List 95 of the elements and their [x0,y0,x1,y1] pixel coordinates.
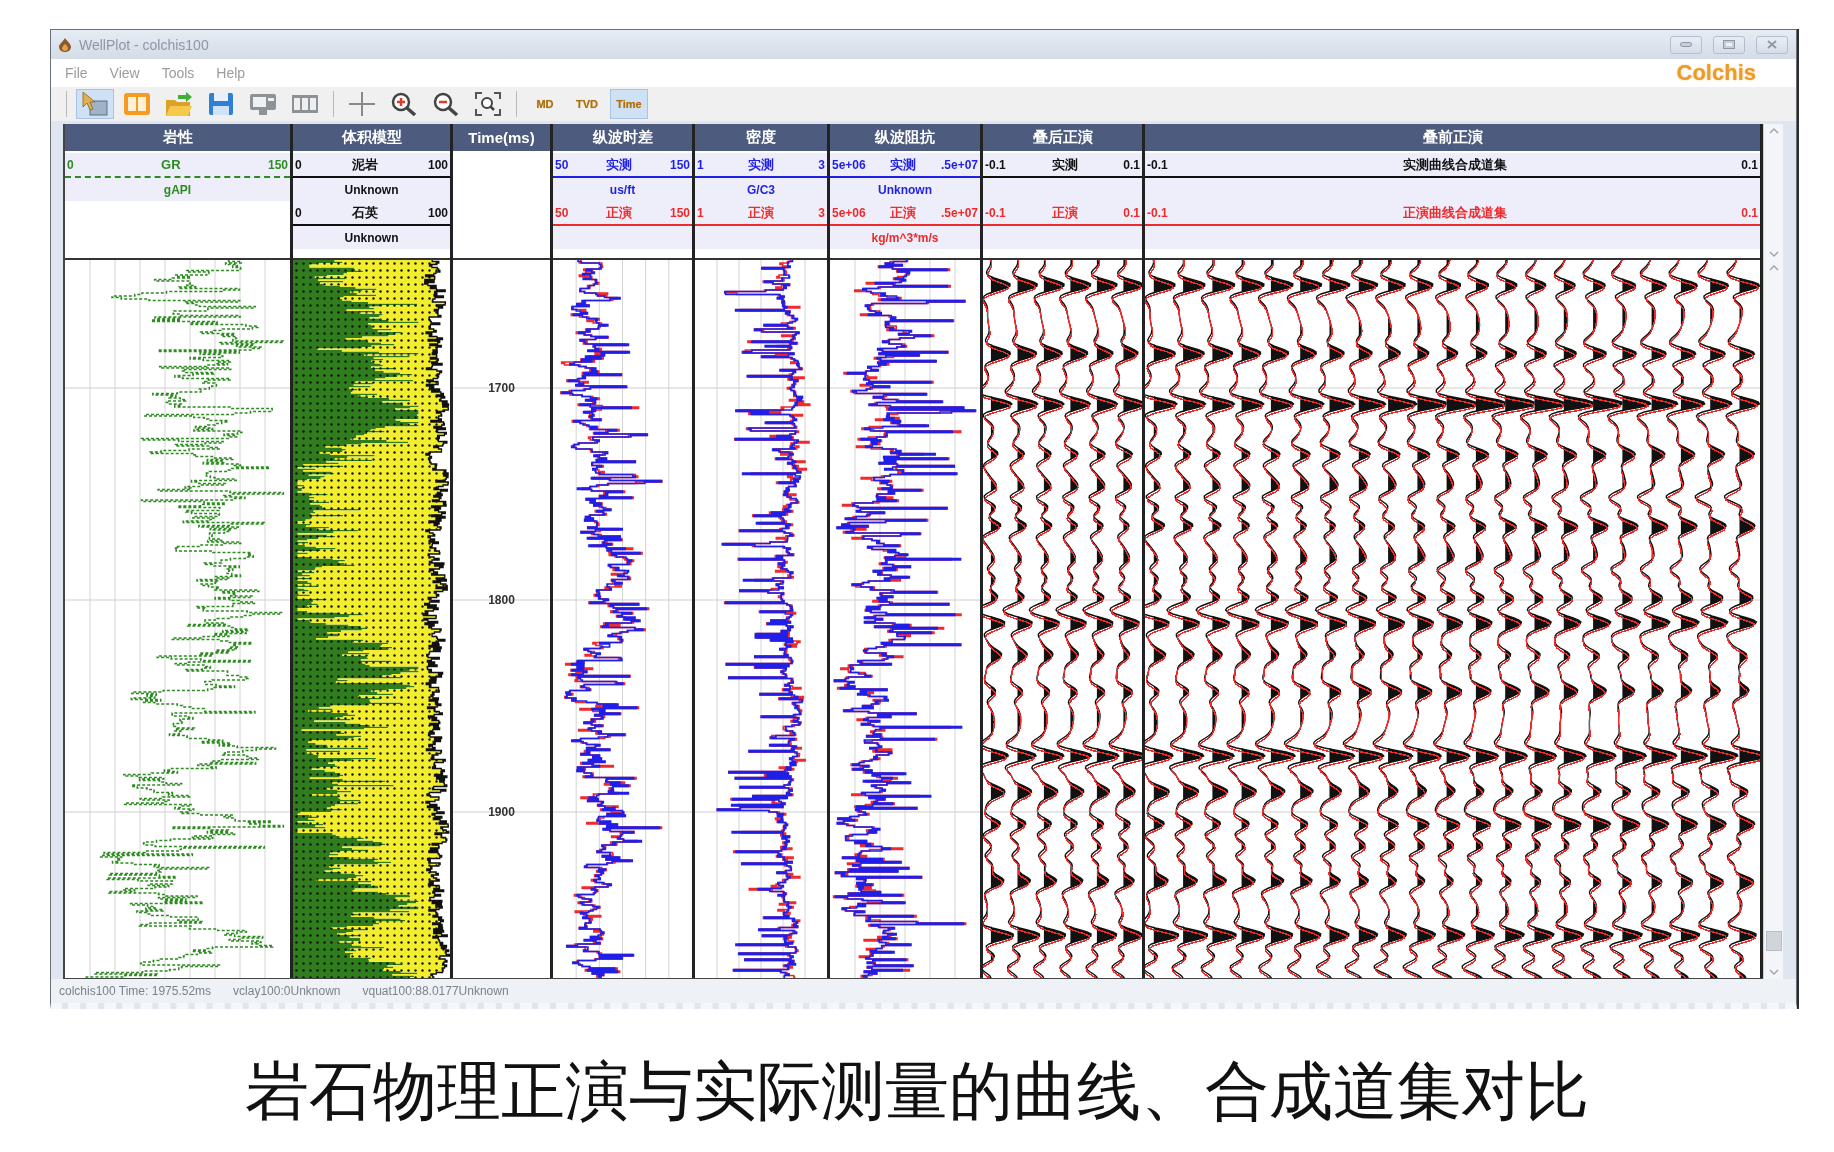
select-tool-button[interactable] [76,89,114,119]
scale-min-label: -0.1 [1147,205,1168,220]
chevron-up-icon[interactable] [1768,265,1779,271]
scrollbar[interactable] [1763,124,1783,261]
save-icon [208,92,234,116]
track-title: 体积模型 [293,124,450,151]
scale-max-label: .5e+07 [940,157,978,172]
unit-label: kg/m^3*m/s [871,230,939,245]
scale-max-label: 150 [267,157,288,172]
track-title: 岩性 [65,124,290,151]
scale-max-label: 0.1 [1741,205,1758,220]
track-title: 纵波时差 [553,124,692,151]
minimize-icon [1680,42,1692,47]
scale-min-label: -0.1 [985,205,1006,220]
track-title: 纵波阻抗 [830,124,980,151]
menu-item[interactable]: File [65,65,88,81]
scale-max-label: 0.1 [1741,157,1758,172]
scale-min-label: -0.1 [985,157,1006,172]
unit-label: Unknown [344,230,399,245]
time-tick-label: 1800 [488,593,515,607]
split-panel-icon [124,92,150,116]
unit-label: G/C3 [747,182,775,197]
unit-label: us/ft [609,182,636,197]
view-mode-button[interactable]: Time [610,89,648,119]
scale-min-label: 1 [697,157,704,172]
chevron-down-icon[interactable] [1768,969,1779,975]
close-icon [1767,40,1777,49]
scale-min-label: -0.1 [1147,157,1168,172]
track-title: 叠前正演 [1145,124,1760,151]
time-tick-label: 1900 [488,805,515,819]
time-tick-label: 1700 [488,381,515,395]
unit-label: Unknown [344,182,399,197]
zoom-out-icon [433,92,459,116]
window-title: WellPlot - colchis100 [79,36,209,53]
status-text: vquat100:88.0177Unknown [362,984,509,998]
track-title: 叠后正演 [983,124,1142,151]
curve-name-label: 正演 [748,203,774,222]
scale-min-label: 1 [697,205,704,220]
brand-logo: Colchis [1676,60,1756,86]
scale-min-label: 0 [295,205,302,220]
curve-name-label: 石英 [351,203,378,222]
scale-max-label: 3 [818,205,825,220]
scale-min-label: 50 [555,157,569,172]
status-text: colchis100 Time: 1975.52ms [59,984,212,998]
scale-min-label: 5e+06 [832,205,866,220]
scale-max-label: 150 [669,157,690,172]
close-button[interactable] [1756,35,1788,54]
minimize-button[interactable] [1670,35,1702,54]
unit-label: gAPI [163,182,192,197]
curve-name-label: 实测 [1051,155,1078,174]
curve-name-label: 实测 [606,155,633,174]
menu-item[interactable]: View [109,65,140,81]
curve-name-label: 实测 [748,155,774,174]
scale-max-label: .5e+07 [940,205,978,220]
maximize-button[interactable] [1713,35,1745,54]
monitor-icon [250,92,276,116]
curve-name-label: 实测 [890,155,917,174]
track-title: 密度 [695,124,827,151]
cursor-icon [82,92,108,116]
scrollbar[interactable] [1763,261,1783,979]
unit-label: Unknown [878,182,932,197]
chevron-up-icon[interactable] [1768,128,1779,134]
scale-min-label: 0 [67,157,74,172]
scale-max-label: 100 [427,205,448,220]
curve-name-label: GR [161,157,181,172]
track-title: Time(ms) [453,124,550,151]
curve-name-label: 正演 [606,203,633,222]
scrollbar-thumb[interactable] [1765,931,1782,951]
curve-name-label: 正演 [890,203,917,222]
scale-max-label: 100 [427,157,448,172]
status-text: vclay100:0Unknown [233,984,341,998]
menu-item[interactable]: Tools [161,65,195,81]
flame-icon [59,37,71,52]
view-mode-button[interactable]: MD [526,89,564,119]
chevron-down-icon[interactable] [1768,251,1779,257]
scale-min-label: 50 [555,205,569,220]
open-folder-icon [166,92,192,116]
curve-name-label: 泥岩 [351,155,378,174]
maximize-icon [1723,40,1735,49]
scale-min-label: 5e+06 [832,157,866,172]
view-mode-button[interactable]: TVD [568,89,606,119]
zoom-fit-icon [475,92,501,116]
zoom-in-icon [391,92,417,116]
scale-max-label: 0.1 [1123,205,1140,220]
figure-caption: 岩石物理正演与实际测量的曲线、合成道集对比 [244,1053,1590,1130]
curve-name-label: 正演 [1051,203,1078,222]
scale-max-label: 0.1 [1123,157,1140,172]
menu-item[interactable]: Help [216,65,246,81]
curve-name-label: 正演曲线合成道集 [1402,203,1507,222]
curve-name-label: 实测曲线合成道集 [1402,155,1507,174]
scale-min-label: 0 [295,157,302,172]
crosshair-icon [349,92,375,116]
scale-max-label: 3 [818,157,825,172]
scale-max-label: 150 [669,205,690,220]
columns-icon [292,92,318,116]
